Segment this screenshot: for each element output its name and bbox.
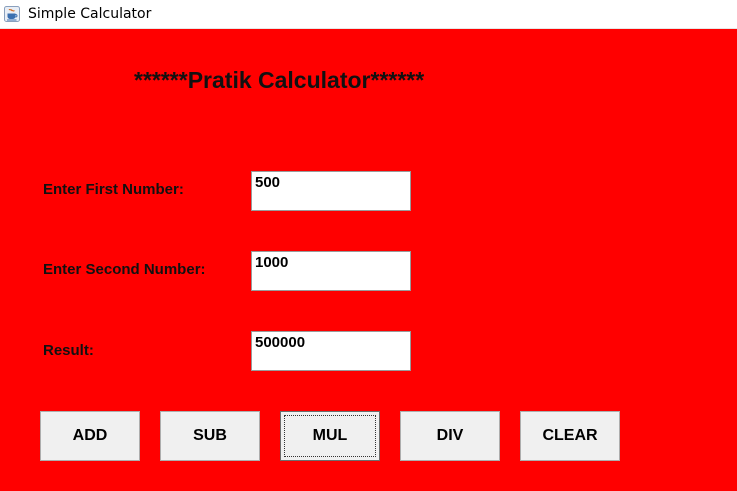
first-number-field[interactable]: 500 [251,171,411,211]
clear-button[interactable]: CLEAR [520,411,620,461]
calculator-panel: ******Pratik Calculator****** Enter Firs… [0,29,737,491]
add-button[interactable]: ADD [40,411,140,461]
title-bar[interactable]: Simple Calculator [0,0,737,29]
sub-button-label: SUB [193,427,227,444]
div-button[interactable]: DIV [400,411,500,461]
calculator-window: Simple Calculator ******Pratik Calculato… [0,0,737,491]
result-field[interactable]: 500000 [251,331,411,371]
first-number-label: Enter First Number: [43,181,184,198]
add-button-label: ADD [72,427,108,444]
mul-button[interactable]: MUL [280,411,380,461]
clear-button-label: CLEAR [542,427,598,444]
result-label: Result: [43,342,94,359]
mul-button-label: MUL [312,427,348,444]
div-button-label: DIV [436,427,464,444]
window-title: Simple Calculator [28,6,152,22]
second-number-field[interactable]: 1000 [251,251,411,291]
second-number-label: Enter Second Number: [43,261,206,278]
java-coffee-cup-icon [4,6,20,22]
calculator-heading: ******Pratik Calculator****** [134,67,425,93]
sub-button[interactable]: SUB [160,411,260,461]
